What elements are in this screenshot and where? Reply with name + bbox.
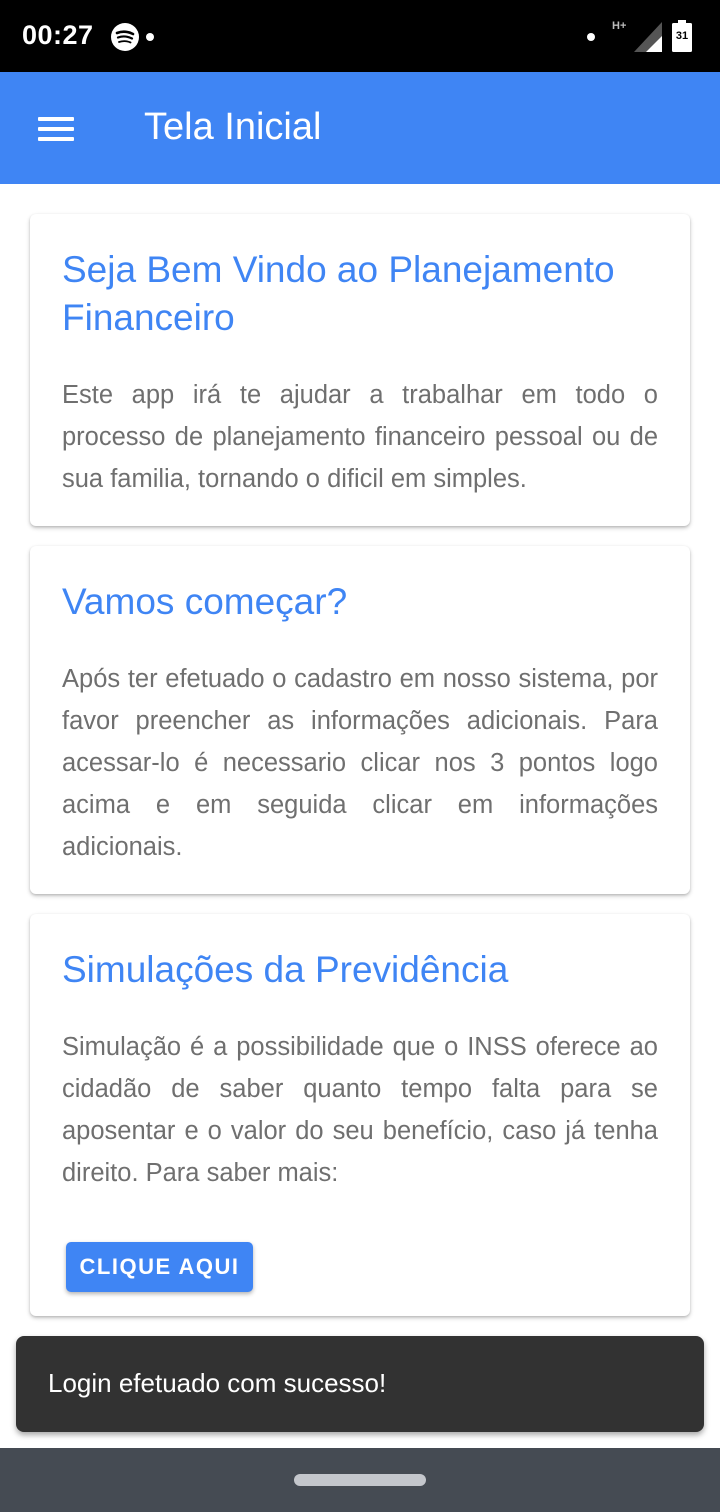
snackbar: Login efetuado com sucesso! (16, 1336, 704, 1432)
welcome-card-text: Este app irá te ajudar a trabalhar em to… (62, 381, 658, 493)
notification-dot-icon (146, 33, 154, 41)
status-dot-icon (587, 33, 595, 41)
battery-level: 31 (675, 30, 689, 42)
getting-started-card: Vamos começar? Após ter efetuado o cadas… (30, 546, 690, 894)
pension-simulation-card-text: Simulação é a possibilidade que o INSS o… (62, 1033, 658, 1187)
app-bar: Tela Inicial (0, 72, 720, 184)
pension-simulation-card-title: Simulações da Previdência (62, 949, 509, 990)
welcome-card: Seja Bem Vindo ao Planejamento Financeir… (30, 214, 690, 526)
getting-started-card-text: Após ter efetuado o cadastro em nosso si… (62, 665, 658, 861)
snackbar-message: Login efetuado com sucesso! (48, 1368, 387, 1398)
welcome-card-title: Seja Bem Vindo ao Planejamento Financeir… (62, 249, 615, 338)
spotify-icon (111, 23, 139, 51)
status-bar: 00:27 H+ 31 (0, 0, 720, 72)
system-nav-bar (0, 1448, 720, 1512)
home-gesture-handle[interactable] (294, 1474, 426, 1486)
hamburger-menu-icon[interactable] (38, 117, 74, 143)
network-type-label: H+ (612, 20, 627, 32)
click-here-button[interactable]: CLIQUE AQUI (66, 1242, 253, 1292)
getting-started-card-title: Vamos começar? (62, 581, 348, 622)
page-title: Tela Inicial (144, 106, 322, 148)
status-time: 00:27 (22, 20, 94, 50)
signal-icon (634, 22, 662, 52)
